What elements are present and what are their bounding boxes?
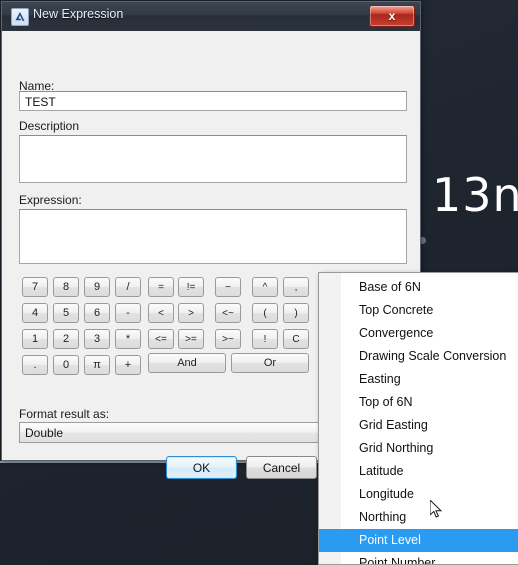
- format-result-label: Format result as:: [19, 407, 110, 421]
- menu-item[interactable]: Base of 6N: [319, 276, 518, 299]
- description-input[interactable]: [19, 135, 407, 183]
- operator-key[interactable]: <: [148, 303, 174, 323]
- ok-button[interactable]: OK: [166, 456, 237, 479]
- keypad-key[interactable]: 4: [22, 303, 48, 323]
- keypad-key[interactable]: *: [115, 329, 141, 349]
- and-button[interactable]: And: [148, 353, 226, 373]
- keypad-key[interactable]: 3: [84, 329, 110, 349]
- autodesk-a-icon: [11, 8, 29, 26]
- operator-key[interactable]: !: [252, 329, 278, 349]
- keypad-key[interactable]: +: [115, 355, 141, 375]
- menu-item[interactable]: Grid Northing: [319, 437, 518, 460]
- description-label: Description: [19, 119, 80, 133]
- keypad-key[interactable]: 6: [84, 303, 110, 323]
- operator-key[interactable]: ~: [215, 277, 241, 297]
- dialog-title: New Expression: [33, 7, 124, 21]
- operator-key[interactable]: <=: [148, 329, 174, 349]
- screen: 13n New Expression x Name: TEST Descript…: [0, 0, 518, 565]
- operator-key[interactable]: >=: [178, 329, 204, 349]
- menu-item[interactable]: Grid Easting: [319, 414, 518, 437]
- operator-key[interactable]: !=: [178, 277, 204, 297]
- menu-item[interactable]: Longitude: [319, 483, 518, 506]
- keypad-key[interactable]: 1: [22, 329, 48, 349]
- operator-key[interactable]: ): [283, 303, 309, 323]
- operator-key[interactable]: ^: [252, 277, 278, 297]
- keypad-key[interactable]: -: [115, 303, 141, 323]
- keypad-key[interactable]: 2: [53, 329, 79, 349]
- menu-item[interactable]: Point Level: [319, 529, 518, 552]
- operator-key[interactable]: >: [178, 303, 204, 323]
- keypad-key[interactable]: 0: [53, 355, 79, 375]
- keypad-key[interactable]: 7: [22, 277, 48, 297]
- operator-key[interactable]: >~: [215, 329, 241, 349]
- menu-item[interactable]: Northing: [319, 506, 518, 529]
- expression-label: Expression:: [19, 193, 82, 207]
- or-button[interactable]: Or: [231, 353, 309, 373]
- operator-key[interactable]: =: [148, 277, 174, 297]
- menu-item[interactable]: Drawing Scale Conversion: [319, 345, 518, 368]
- canvas-text: 13n: [432, 168, 518, 222]
- operator-key[interactable]: <~: [215, 303, 241, 323]
- operator-key[interactable]: ,: [283, 277, 309, 297]
- menu-item[interactable]: Latitude: [319, 460, 518, 483]
- menu-item[interactable]: Top of 6N: [319, 391, 518, 414]
- name-input[interactable]: TEST: [19, 91, 407, 111]
- dialog-titlebar[interactable]: New Expression x: [2, 2, 420, 31]
- keypad-key[interactable]: .: [22, 355, 48, 375]
- keypad-key[interactable]: 8: [53, 277, 79, 297]
- menu-item[interactable]: Point Number: [319, 552, 518, 564]
- menu-item-list: Base of 6N Top Concrete Convergence Drawing…: [319, 276, 518, 564]
- property-dropdown-menu: Base of 6N Top Concrete Convergence Drawing…: [318, 272, 518, 565]
- operator-key[interactable]: C: [283, 329, 309, 349]
- keypad-key[interactable]: 9: [84, 277, 110, 297]
- cancel-button[interactable]: Cancel: [246, 456, 317, 479]
- menu-item[interactable]: Top Concrete: [319, 299, 518, 322]
- keypad-key[interactable]: 5: [53, 303, 79, 323]
- menu-item[interactable]: Easting: [319, 368, 518, 391]
- keypad-key[interactable]: π: [84, 355, 110, 375]
- close-icon[interactable]: x: [369, 5, 415, 27]
- menu-item[interactable]: Convergence: [319, 322, 518, 345]
- expression-input[interactable]: [19, 209, 407, 264]
- keypad-key[interactable]: /: [115, 277, 141, 297]
- operator-key[interactable]: (: [252, 303, 278, 323]
